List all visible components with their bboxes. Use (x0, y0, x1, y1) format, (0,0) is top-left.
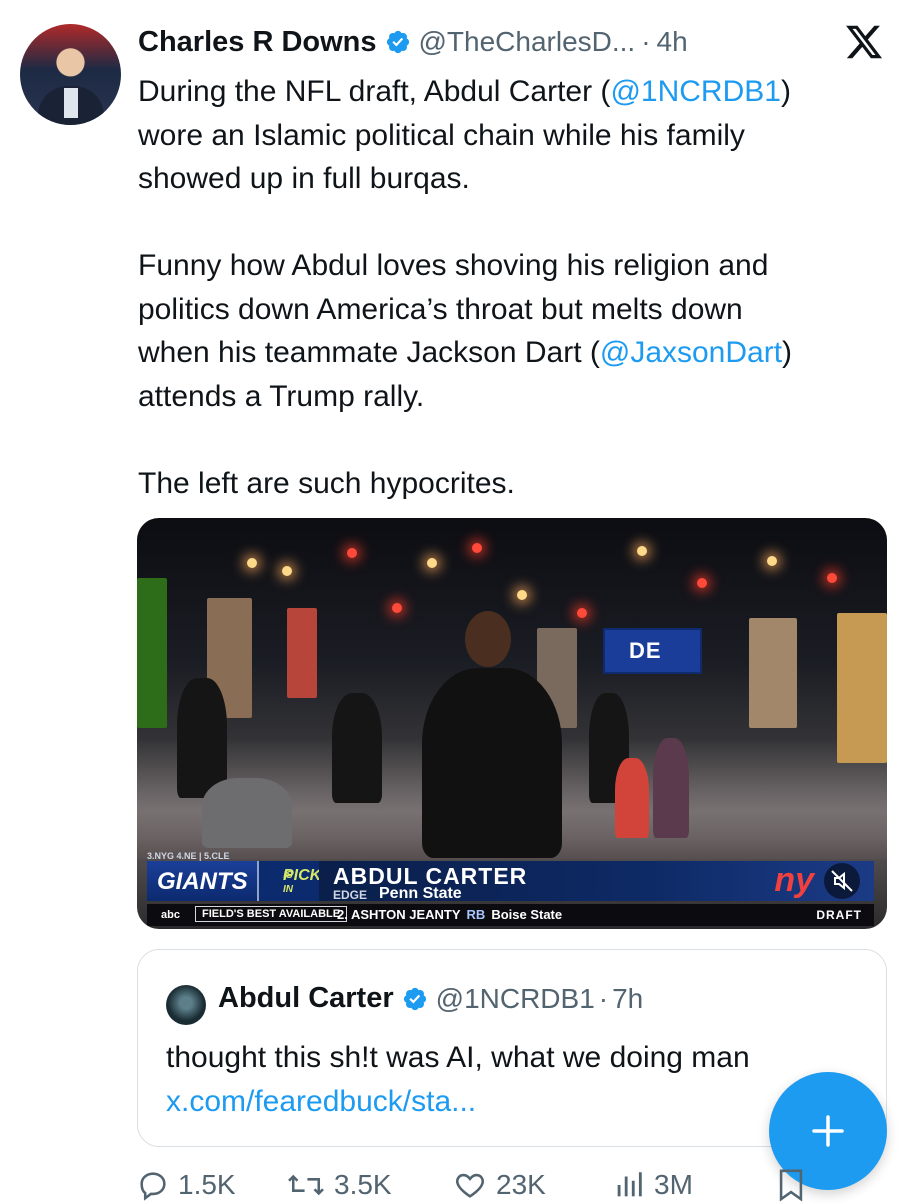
header-separator: · (641, 26, 651, 57)
stage-light (637, 546, 647, 556)
repost-button[interactable]: 3.5K (286, 1168, 392, 1202)
stage-light (577, 608, 587, 618)
bookmark-button[interactable] (776, 1168, 814, 1202)
speaker-muted-icon (831, 870, 853, 892)
stage-light (392, 603, 402, 613)
stage-light (282, 566, 292, 576)
quoted-author-handle[interactable]: @1NCRDB1 (436, 983, 595, 1015)
repost-count: 3.5K (334, 1169, 392, 1200)
featured-person-head (465, 611, 511, 667)
header-separator: · (598, 982, 609, 1014)
post-time[interactable]: 4h (657, 26, 688, 58)
verified-badge-icon (386, 30, 409, 54)
heart-icon (456, 1173, 484, 1198)
stage-light (517, 590, 527, 600)
repost-icon (288, 1174, 324, 1196)
reply-count: 1.5K (178, 1169, 236, 1200)
stage-banner (287, 608, 317, 698)
quoted-post-time[interactable]: 7h (612, 983, 643, 1015)
reply-icon (140, 1172, 166, 1201)
post-line: The left are such hypocrites. (138, 466, 515, 500)
background-person (332, 693, 382, 803)
post-header: Charles R Downs @TheCharlesD... · 4h (138, 22, 688, 62)
author-handle[interactable]: @TheCharlesD... (419, 26, 636, 58)
pick-in-block: PICK IS IN (257, 861, 321, 901)
like-count: 23K (496, 1169, 546, 1200)
background-person (653, 738, 689, 838)
stage-banner (137, 578, 167, 728)
standings-text: 3.NYG 4.NE | 5.CLE (147, 851, 230, 861)
mention-link[interactable]: @JaxsonDart (600, 336, 782, 369)
quoted-author-avatar[interactable] (166, 985, 206, 1025)
post-line: Funny how Abdul loves shoving his religi… (138, 249, 769, 282)
reply-button[interactable]: 1.5K (136, 1168, 236, 1202)
view-count: 3M (654, 1169, 693, 1200)
lower-third-graphic: 3.NYG 4.NE | 5.CLE GIANTS PICK IS IN ABDU… (137, 849, 887, 929)
stage-light (347, 548, 357, 558)
mute-button[interactable] (824, 863, 860, 899)
quoted-author-name[interactable]: Abdul Carter (218, 982, 394, 1015)
background-person (177, 678, 227, 798)
bookmark-icon (779, 1169, 803, 1202)
author-avatar[interactable] (20, 24, 121, 125)
quoted-post-header: Abdul Carter @1NCRDB1 · 7h (218, 982, 643, 1015)
stage-light (472, 543, 482, 553)
ticker-text: 2. ASHTON JEANTY RB Boise State (337, 907, 563, 922)
network-logo: abc (161, 909, 180, 921)
avatar-shirt (64, 88, 78, 118)
stage-banner (749, 618, 797, 728)
post-line: During the NFL draft, Abdul Carter (@1NC… (138, 75, 791, 108)
plus-icon (812, 1115, 844, 1147)
stage-screen: DE (603, 628, 702, 674)
author-name[interactable]: Charles R Downs (138, 26, 377, 59)
team-block: GIANTS (147, 861, 257, 901)
player-block: ABDUL CARTER EDGE Penn State ny (319, 861, 874, 902)
player-school: Penn State (379, 885, 462, 902)
stage-light (697, 578, 707, 588)
stage-light (427, 558, 437, 568)
best-available-label: FIELD'S BEST AVAILABLE (195, 906, 348, 922)
post-line: showed up in full burqas. (138, 162, 470, 195)
stage-light (767, 556, 777, 566)
mention-link[interactable]: @1NCRDB1 (610, 75, 781, 108)
stage-light (827, 573, 837, 583)
action-bar: 1.5K 3.5K 23K 3M (136, 1164, 826, 1204)
draft-logo: DRAFT (816, 908, 862, 922)
post-video[interactable]: DE 3.NYG 4.NE | 5.CLE GIANTS PICK IS IN A… (137, 518, 887, 929)
stage-banner (837, 613, 887, 763)
views-button[interactable]: 3M (612, 1168, 693, 1202)
background-person (615, 758, 649, 838)
background-person (202, 778, 292, 848)
featured-person (422, 668, 562, 858)
like-button[interactable]: 23K (452, 1168, 546, 1202)
quoted-post-text: thought this sh!t was AI, what we doing … (166, 1041, 750, 1074)
verified-badge-icon (403, 987, 426, 1010)
x-logo-icon[interactable] (843, 22, 885, 62)
team-logo: ny (774, 861, 814, 899)
post-line: when his teammate Jackson Dart (@JaxsonD… (138, 336, 793, 369)
ticker-bar: abc FIELD'S BEST AVAILABLE 2. ASHTON JEA… (147, 904, 874, 926)
post-body: During the NFL draft, Abdul Carter (@1NC… (138, 70, 888, 505)
post-line: wore an Islamic political chain while hi… (138, 118, 745, 152)
player-position: EDGE (333, 888, 368, 902)
quoted-post-link[interactable]: x.com/fearedbuck/sta... (166, 1080, 476, 1123)
analytics-icon (617, 1172, 642, 1197)
post-line: politics down America’s throat but melts… (138, 292, 743, 326)
stage-light (247, 558, 257, 568)
post-line: attends a Trump rally. (138, 379, 425, 413)
